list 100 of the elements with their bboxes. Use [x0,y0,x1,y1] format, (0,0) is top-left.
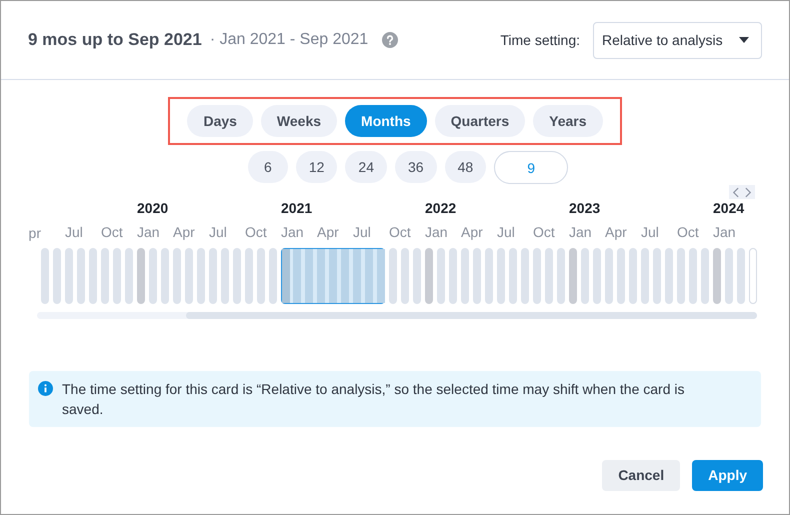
count-preset[interactable]: 12 [296,151,338,183]
month-bar[interactable] [185,248,193,304]
month-bar[interactable] [221,248,229,304]
notice-text: The time setting for this card is “Relative to analysis,” so the selected time may shift when the card is saved. [62,380,686,419]
month-bar[interactable] [125,248,133,304]
month-bar[interactable] [389,248,397,304]
month-bar[interactable] [449,248,457,304]
year-label: 2023 [569,200,600,216]
month-bar[interactable] [257,248,265,304]
month-label: Jan [137,224,160,240]
count-preset[interactable]: 48 [444,151,486,183]
time-setting-dropdown[interactable]: Relative to analysis [593,22,762,58]
year-label: 2024 [713,200,744,216]
month-bar[interactable] [605,248,613,304]
granularity-tab[interactable]: Years [533,105,603,137]
month-bar[interactable] [629,248,637,304]
granularity-tab[interactable]: Quarters [434,105,526,137]
month-bar[interactable] [293,249,301,303]
month-bar[interactable] [557,248,565,304]
month-bar[interactable] [737,248,745,304]
granularity-tab[interactable]: Weeks [260,105,338,137]
month-bar[interactable] [401,248,409,304]
month-bar[interactable] [725,248,733,304]
year-label: 2020 [137,200,168,216]
chevron-left-icon[interactable] [732,186,739,198]
month-label: pr [28,224,41,243]
year-label: 2021 [281,200,312,216]
month-bar[interactable] [617,248,625,304]
month-bar[interactable] [101,248,109,304]
month-bar[interactable] [413,248,421,304]
month-bar[interactable] [509,248,517,304]
month-bar[interactable] [425,248,433,304]
month-bar[interactable] [269,248,277,304]
granularity-tab[interactable]: Days [187,105,253,137]
month-bar[interactable] [665,248,673,304]
month-bar[interactable] [437,248,445,304]
month-label: Jul [209,224,227,240]
month-bar[interactable] [209,248,217,304]
month-bar[interactable] [41,248,49,304]
month-bar[interactable] [653,248,661,304]
chevron-right-icon[interactable] [745,186,752,198]
month-bar[interactable] [113,248,121,304]
month-bar[interactable] [497,248,505,304]
month-bar[interactable] [65,248,73,304]
month-label: Oct [245,224,267,240]
month-bar[interactable] [245,248,253,304]
month-bar[interactable] [341,249,349,303]
month-bar[interactable] [161,248,169,304]
month-bar[interactable] [581,248,589,304]
cancel-button[interactable]: Cancel [602,460,680,491]
month-bar[interactable] [713,248,721,304]
help-icon[interactable] [382,32,398,48]
month-bar[interactable] [197,248,205,304]
month-label: Oct [533,224,555,240]
month-label: Apr [317,224,339,240]
month-bar[interactable] [305,249,313,303]
month-bar[interactable] [365,249,373,303]
month-bar[interactable] [53,248,61,304]
time-setting-label: Time setting: [500,30,580,50]
count-preset[interactable]: 36 [395,151,437,183]
month-bar[interactable] [233,248,241,304]
month-bar[interactable] [677,248,685,304]
caret-icon [739,37,749,43]
month-bar[interactable] [689,248,697,304]
count-preset[interactable]: 6 [248,151,288,183]
month-bar[interactable] [317,249,325,303]
month-bar[interactable] [473,248,481,304]
month-label: Oct [677,224,699,240]
month-label: Jan [425,224,448,240]
count-preset[interactable]: 24 [345,151,387,183]
month-label: Jan [281,224,304,240]
month-bar[interactable] [533,248,541,304]
scrollbar-drawing[interactable] [37,312,757,319]
month-bar[interactable] [521,248,529,304]
month-bar[interactable] [701,248,709,304]
month-bar[interactable] [485,248,493,304]
month-bar[interactable] [569,248,577,304]
month-bar[interactable] [353,249,361,303]
month-bar[interactable] [77,248,85,304]
month-bar[interactable] [282,249,290,303]
month-bar[interactable] [749,248,757,304]
info-icon [38,381,53,396]
month-bar[interactable] [641,248,649,304]
month-bar[interactable] [137,248,145,304]
month-label: Jul [641,224,659,240]
month-label: Jan [569,224,592,240]
month-label: Jan [713,224,736,240]
year-label: 2022 [425,200,456,216]
month-bar[interactable] [89,248,97,304]
month-bar[interactable] [461,248,469,304]
month-bar[interactable] [329,249,337,303]
timeline-nav[interactable] [729,185,755,199]
month-bar[interactable] [173,248,181,304]
month-bar[interactable] [377,249,385,303]
month-label: Apr [605,224,627,240]
month-label: Apr [461,224,483,240]
month-bar[interactable] [593,248,601,304]
month-label: Oct [389,224,411,240]
month-bar[interactable] [545,248,553,304]
month-bar[interactable] [149,248,157,304]
